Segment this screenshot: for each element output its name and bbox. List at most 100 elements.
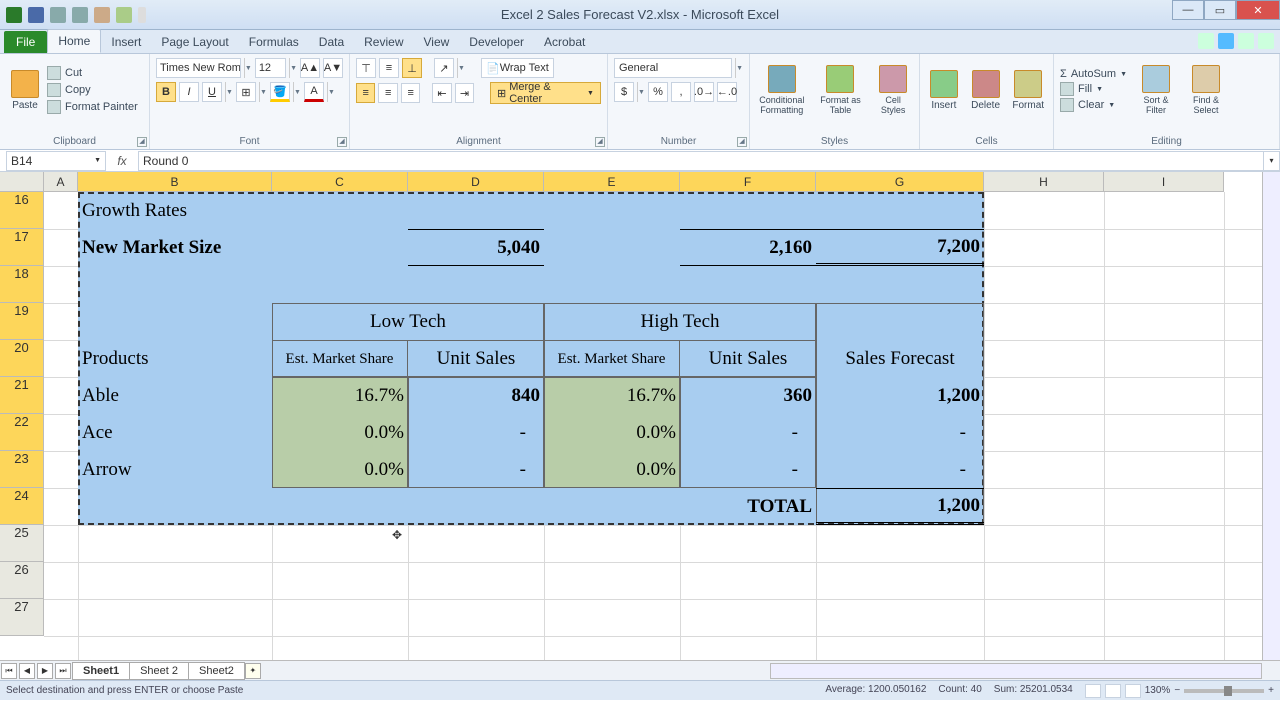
tab-view[interactable]: View <box>414 31 460 53</box>
sheet-nav-last[interactable]: ⏭ <box>55 663 71 679</box>
ribbon-options-icon[interactable] <box>1238 33 1254 49</box>
save-icon[interactable] <box>28 7 44 23</box>
spreadsheet-grid[interactable]: 16 17 18 19 20 21 22 23 24 25 26 27 A B … <box>0 172 1280 660</box>
sheet-tab[interactable]: Sheet1 <box>72 662 130 680</box>
chevron-down-icon[interactable]: ▼ <box>327 82 335 102</box>
zoom-out-button[interactable]: − <box>1174 685 1180 696</box>
undo-icon[interactable] <box>50 7 66 23</box>
zoom-in-button[interactable]: + <box>1268 685 1274 696</box>
sheet-tab[interactable]: Sheet2 <box>188 662 245 680</box>
align-top-button[interactable]: ⊤ <box>356 58 376 78</box>
cell[interactable]: - <box>680 451 816 488</box>
merge-center-button[interactable]: ⊞Merge & Center▼ <box>490 82 601 104</box>
tab-home[interactable]: Home <box>47 29 101 53</box>
cell[interactable]: 0.0% <box>544 451 680 488</box>
sheet-nav-next[interactable]: ▶ <box>37 663 53 679</box>
font-size-select[interactable]: 12 <box>255 58 286 78</box>
align-left-button[interactable]: ≡ <box>356 83 375 103</box>
cell[interactable]: - <box>408 451 544 488</box>
insert-button[interactable]: Insert <box>926 58 962 122</box>
chevron-down-icon[interactable]: ▼ <box>293 82 301 102</box>
clear-button[interactable]: Clear▼ <box>1060 98 1127 112</box>
format-button[interactable]: Format <box>1009 58 1047 122</box>
chevron-down-icon[interactable]: ▼ <box>637 82 645 102</box>
cell[interactable]: High Tech <box>544 303 816 340</box>
grow-font-button[interactable]: A▲ <box>300 58 320 78</box>
sheet-tab[interactable]: Sheet 2 <box>129 662 189 680</box>
format-as-table-button[interactable]: Format as Table <box>818 58 864 122</box>
cell[interactable]: Sales Forecast <box>816 340 984 377</box>
formula-expand-icon[interactable]: ▾ <box>1264 151 1280 171</box>
align-middle-button[interactable]: ≡ <box>379 58 399 78</box>
font-name-select[interactable]: Times New Roma <box>156 58 241 78</box>
cell[interactable]: Products <box>78 340 272 377</box>
orientation-button[interactable]: ↗ <box>434 58 454 78</box>
cell[interactable]: 16.7% <box>544 377 680 414</box>
chevron-down-icon[interactable]: ▼ <box>244 58 252 78</box>
sheet-nav-prev[interactable]: ◀ <box>19 663 35 679</box>
cell[interactable]: Est. Market Share <box>544 340 680 377</box>
wrap-text-button[interactable]: 📄 Wrap Text <box>481 58 554 78</box>
bold-button[interactable]: B <box>156 82 176 102</box>
minimize-ribbon-icon[interactable] <box>1198 33 1214 49</box>
cell[interactable]: - <box>816 451 984 488</box>
cell[interactable]: 1,200 <box>816 488 984 525</box>
increase-decimal-button[interactable]: .0→ <box>694 82 714 102</box>
column-headers[interactable]: A B C D E F G H I <box>44 172 1262 192</box>
chevron-down-icon[interactable]: ▼ <box>259 82 267 102</box>
new-sheet-button[interactable]: ✦ <box>245 663 261 679</box>
cell[interactable]: Low Tech <box>272 303 544 340</box>
cell-styles-button[interactable]: Cell Styles <box>873 58 913 122</box>
cell[interactable]: 0.0% <box>272 451 408 488</box>
chevron-down-icon[interactable]: ▼ <box>735 58 743 78</box>
chevron-down-icon[interactable]: ▼ <box>289 58 297 78</box>
sort-filter-button[interactable]: Sort & Filter <box>1135 58 1177 122</box>
maximize-button[interactable]: ▭ <box>1204 0 1236 20</box>
cell[interactable]: Growth Rates <box>78 192 272 229</box>
cell[interactable]: Arrow <box>78 451 272 488</box>
zoom-slider[interactable] <box>1184 689 1264 693</box>
format-painter-button[interactable]: Format Painter <box>47 100 138 114</box>
help-icon[interactable] <box>1218 33 1234 49</box>
autosum-button[interactable]: ΣAutoSum▼ <box>1060 68 1127 80</box>
qat-icon[interactable] <box>116 7 132 23</box>
tab-formulas[interactable]: Formulas <box>239 31 309 53</box>
view-break-icon[interactable] <box>1125 684 1141 698</box>
cell[interactable]: 5,040 <box>408 229 544 266</box>
qat-icon[interactable] <box>94 7 110 23</box>
close-button[interactable]: ✕ <box>1236 0 1280 20</box>
select-all-corner[interactable] <box>0 172 44 192</box>
cell[interactable]: 1,200 <box>816 377 984 414</box>
tab-insert[interactable]: Insert <box>101 31 151 53</box>
comma-button[interactable]: , <box>671 82 691 102</box>
cell[interactable]: 360 <box>680 377 816 414</box>
font-launcher[interactable]: ◢ <box>337 137 347 147</box>
cell[interactable]: Unit Sales <box>408 340 544 377</box>
horizontal-scrollbar[interactable] <box>770 663 1262 679</box>
fill-button[interactable]: Fill▼ <box>1060 82 1127 96</box>
align-bottom-button[interactable]: ⊥ <box>402 58 422 78</box>
delete-button[interactable]: Delete <box>968 58 1004 122</box>
cell-area[interactable]: Growth Rates New Market Size 5,040 2,160… <box>44 192 1262 660</box>
cell[interactable]: Unit Sales <box>680 340 816 377</box>
tab-developer[interactable]: Developer <box>459 31 534 53</box>
cell[interactable]: 16.7% <box>272 377 408 414</box>
copy-button[interactable]: Copy <box>47 83 138 97</box>
paste-button[interactable]: Paste <box>6 58 44 122</box>
alignment-launcher[interactable]: ◢ <box>595 137 605 147</box>
tab-review[interactable]: Review <box>354 31 413 53</box>
cell[interactable]: 2,160 <box>680 229 816 266</box>
tab-data[interactable]: Data <box>309 31 354 53</box>
align-right-button[interactable]: ≡ <box>401 83 420 103</box>
percent-button[interactable]: % <box>648 82 668 102</box>
clipboard-launcher[interactable]: ◢ <box>137 137 147 147</box>
increase-indent-button[interactable]: ⇥ <box>455 83 474 103</box>
chevron-down-icon[interactable]: ▼ <box>457 58 465 78</box>
fx-icon[interactable]: fx <box>112 154 132 168</box>
cell[interactable]: Ace <box>78 414 272 451</box>
cut-button[interactable]: Cut <box>47 66 138 80</box>
number-launcher[interactable]: ◢ <box>737 137 747 147</box>
font-color-button[interactable]: A <box>304 82 324 102</box>
cell[interactable]: - <box>816 414 984 451</box>
formula-input[interactable]: Round 0 <box>138 151 1264 171</box>
